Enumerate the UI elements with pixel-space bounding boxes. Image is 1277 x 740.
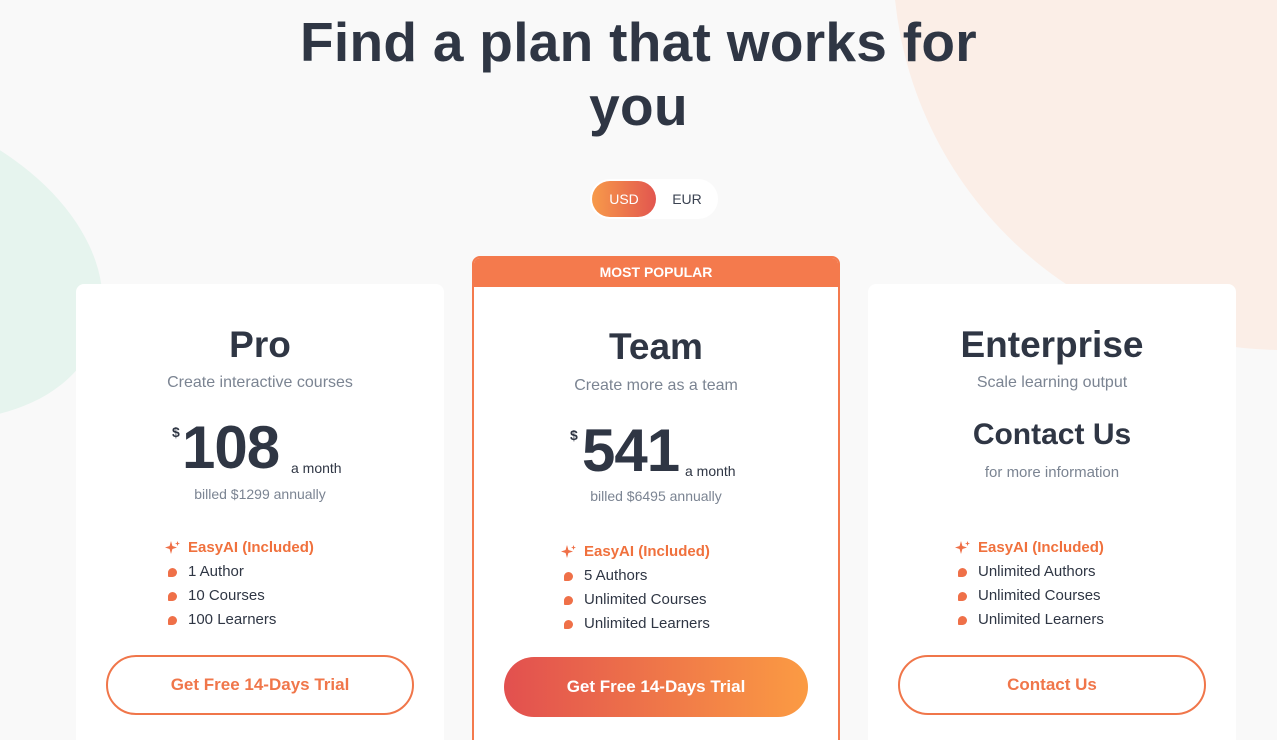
currency-symbol: $	[172, 424, 180, 440]
plan-subtitle: Scale learning output	[976, 374, 1128, 391]
pro-trial-button[interactable]: Get Free 14-Days Trial	[106, 655, 414, 715]
billed-annually: billed $1299 annually	[194, 486, 326, 502]
feature-label: 10 Courses	[188, 587, 265, 604]
price-amount: 108	[182, 414, 280, 481]
feature-item: Unlimited Authors	[956, 560, 1104, 584]
plan-subtitle: Create interactive courses	[167, 374, 353, 391]
feature-label: Unlimited Courses	[584, 591, 707, 608]
feature-label: 5 Authors	[584, 567, 648, 584]
currency-usd-button[interactable]: USD	[592, 181, 656, 217]
contact-us-heading: Contact Us	[972, 418, 1132, 451]
billed-annually: billed $6495 annually	[590, 488, 722, 504]
page-title-line1: Find a plan that works for	[299, 11, 977, 73]
feature-label: Unlimited Authors	[978, 563, 1096, 580]
bullet-icon	[564, 596, 573, 605]
plan-subtitle: Create more as a team	[574, 377, 738, 394]
feature-item: 5 Authors	[562, 564, 710, 588]
sparkle-icon	[955, 541, 970, 554]
feature-item-ai: EasyAI (Included)	[561, 540, 710, 564]
most-popular-badge: MOST POPULAR	[474, 258, 838, 287]
feature-label: 100 Learners	[188, 611, 277, 628]
plan-name: Enterprise	[960, 324, 1144, 365]
bullet-icon	[958, 616, 967, 625]
feature-label: 1 Author	[188, 563, 244, 580]
plan-card-enterprise: Enterprise Scale learning output Contact…	[868, 284, 1236, 740]
page-title: Find a plan that works for you	[0, 10, 1277, 138]
price-period: a month	[685, 463, 736, 479]
feature-item: Unlimited Courses	[956, 584, 1104, 608]
pricing-page: Find a plan that works for you USD EUR P…	[0, 0, 1277, 740]
feature-item: Unlimited Learners	[956, 608, 1104, 632]
contact-us-subtitle: for more information	[984, 464, 1120, 481]
bullet-icon	[168, 568, 177, 577]
bullet-icon	[168, 616, 177, 625]
feature-item-ai: EasyAI (Included)	[165, 536, 314, 560]
price-period: a month	[291, 460, 342, 476]
price-amount: 541	[582, 417, 680, 484]
bullet-icon	[958, 592, 967, 601]
plan-name: Team	[609, 326, 703, 367]
plan-card-team: MOST POPULAR Team Create more as a team …	[472, 256, 840, 740]
feature-item: 1 Author	[166, 560, 314, 584]
feature-item: Unlimited Learners	[562, 612, 710, 636]
currency-symbol: $	[570, 427, 578, 443]
feature-label: EasyAI (Included)	[584, 543, 710, 560]
feature-item-ai: EasyAI (Included)	[955, 536, 1104, 560]
currency-toggle: USD EUR	[590, 179, 718, 219]
bullet-icon	[564, 620, 573, 629]
feature-label: Unlimited Learners	[584, 615, 710, 632]
plan-name: Pro	[229, 324, 291, 365]
feature-item: 100 Learners	[166, 608, 314, 632]
feature-label: EasyAI (Included)	[188, 539, 314, 556]
page-title-line2: you	[589, 75, 688, 137]
team-trial-button[interactable]: Get Free 14-Days Trial	[504, 657, 808, 717]
feature-list: EasyAI (Included) Unlimited Authors Unli…	[955, 536, 1104, 632]
plan-card-pro: Pro Create interactive courses $ 108 a m…	[76, 284, 444, 740]
sparkle-icon	[165, 541, 180, 554]
currency-eur-button[interactable]: EUR	[655, 181, 719, 217]
price-block: $ 108 a month	[76, 418, 444, 478]
feature-label: Unlimited Learners	[978, 611, 1104, 628]
feature-list: EasyAI (Included) 1 Author 10 Courses 10…	[165, 536, 314, 632]
bullet-icon	[168, 592, 177, 601]
bullet-icon	[564, 572, 573, 581]
price-block: $ 541 a month	[474, 421, 838, 481]
bullet-icon	[958, 568, 967, 577]
feature-label: EasyAI (Included)	[978, 539, 1104, 556]
feature-label: Unlimited Courses	[978, 587, 1101, 604]
contact-us-button[interactable]: Contact Us	[898, 655, 1206, 715]
feature-item: Unlimited Courses	[562, 588, 710, 612]
feature-item: 10 Courses	[166, 584, 314, 608]
sparkle-icon	[561, 545, 576, 558]
feature-list: EasyAI (Included) 5 Authors Unlimited Co…	[561, 540, 710, 636]
